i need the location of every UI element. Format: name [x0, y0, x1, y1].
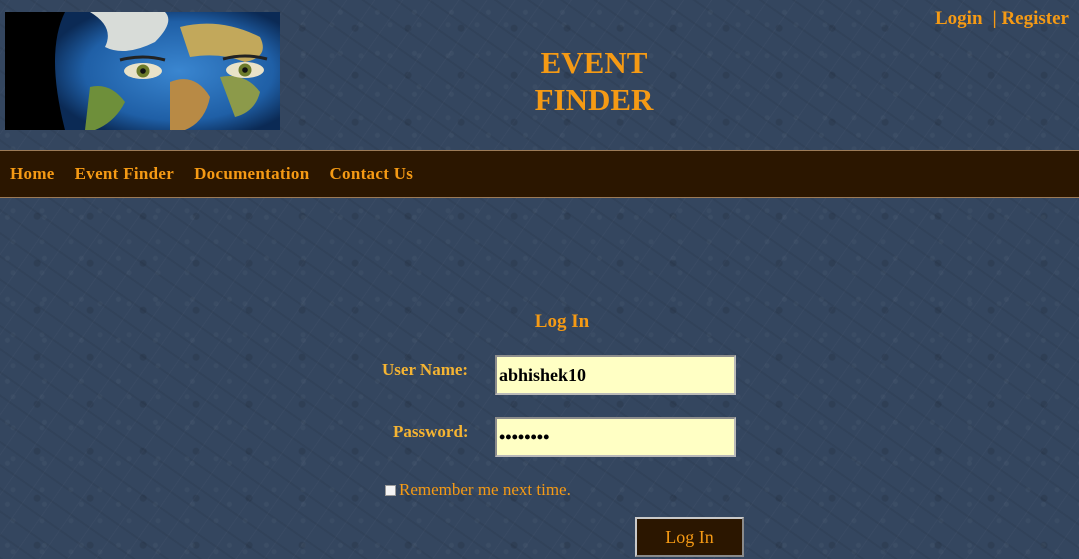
nav-item-documentation[interactable]: Documentation: [184, 151, 319, 197]
main-navbar: Home Event Finder Documentation Contact …: [0, 150, 1079, 198]
site-title-line1: EVENT: [540, 45, 648, 80]
login-form-title: Log In: [534, 311, 590, 332]
remember-me: Remember me next time.: [385, 480, 571, 500]
remember-me-label[interactable]: Remember me next time.: [399, 480, 571, 500]
site-title-line2: FINDER: [534, 82, 654, 117]
nav-item-home[interactable]: Home: [0, 151, 65, 197]
nav-item-contact-us[interactable]: Contact Us: [319, 151, 423, 197]
password-label: Password:: [393, 422, 469, 441]
register-link[interactable]: | Register: [993, 8, 1069, 29]
site-logo: [5, 12, 280, 130]
login-link[interactable]: Login: [935, 8, 983, 29]
login-submit-button[interactable]: Log In: [635, 517, 744, 557]
username-label: User Name:: [382, 360, 469, 379]
auth-links: Login | Register: [935, 8, 1069, 30]
password-input[interactable]: [495, 417, 736, 457]
remember-me-checkbox[interactable]: [385, 484, 396, 496]
username-input[interactable]: [495, 355, 736, 395]
nav-item-event-finder[interactable]: Event Finder: [65, 151, 184, 197]
site-title: EVENT FINDER: [520, 44, 668, 118]
